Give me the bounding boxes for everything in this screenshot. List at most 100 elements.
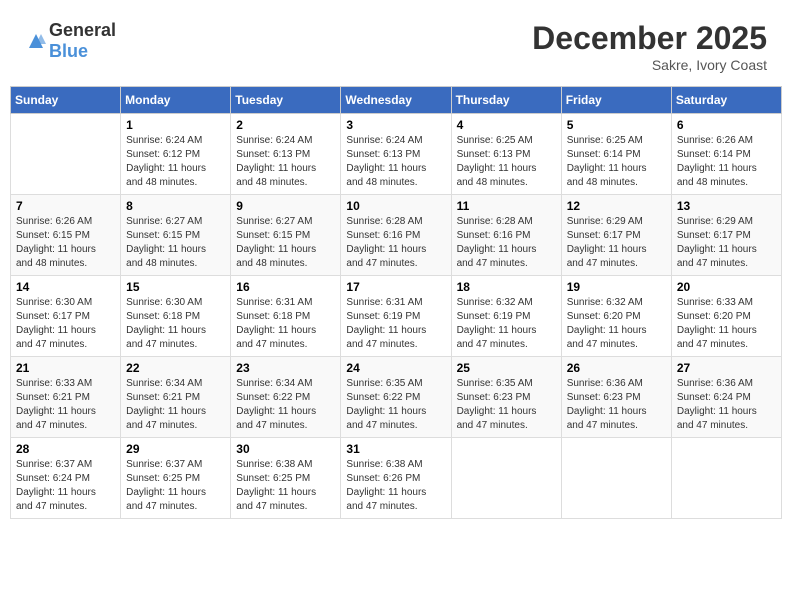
calendar-day-cell: 25 Sunrise: 6:35 AMSunset: 6:23 PMDayligh… [451, 357, 561, 438]
logo: General Blue [25, 20, 116, 62]
month-title: December 2025 [532, 20, 767, 57]
calendar-day-cell: 15 Sunrise: 6:30 AMSunset: 6:18 PMDayligh… [121, 276, 231, 357]
weekday-header: Thursday [451, 87, 561, 114]
day-info: Sunrise: 6:33 AMSunset: 6:20 PMDaylight:… [677, 296, 776, 352]
day-info: Sunrise: 6:32 AMSunset: 6:19 PMDaylight:… [457, 296, 556, 352]
day-info: Sunrise: 6:34 AMSunset: 6:21 PMDaylight:… [126, 377, 225, 433]
logo-text-general: General [49, 20, 116, 40]
calendar-day-cell: 20 Sunrise: 6:33 AMSunset: 6:20 PMDayligh… [671, 276, 781, 357]
weekday-header: Wednesday [341, 87, 451, 114]
calendar-day-cell: 26 Sunrise: 6:36 AMSunset: 6:23 PMDayligh… [561, 357, 671, 438]
day-info: Sunrise: 6:37 AMSunset: 6:24 PMDaylight:… [16, 458, 115, 514]
day-number: 7 [16, 199, 115, 213]
day-number: 30 [236, 442, 335, 456]
day-number: 28 [16, 442, 115, 456]
day-info: Sunrise: 6:26 AMSunset: 6:14 PMDaylight:… [677, 134, 776, 190]
day-info: Sunrise: 6:34 AMSunset: 6:22 PMDaylight:… [236, 377, 335, 433]
day-info: Sunrise: 6:38 AMSunset: 6:26 PMDaylight:… [346, 458, 445, 514]
day-number: 18 [457, 280, 556, 294]
day-number: 24 [346, 361, 445, 375]
calendar-day-cell: 8Sunrise: 6:27 AMSunset: 6:15 PMDaylight… [121, 195, 231, 276]
weekday-header: Sunday [11, 87, 121, 114]
day-info: Sunrise: 6:24 AMSunset: 6:13 PMDaylight:… [346, 134, 445, 190]
weekday-header: Tuesday [231, 87, 341, 114]
calendar-day-cell: 11 Sunrise: 6:28 AMSunset: 6:16 PMDayligh… [451, 195, 561, 276]
day-number: 20 [677, 280, 776, 294]
day-number: 27 [677, 361, 776, 375]
calendar-day-cell: 30Sunrise: 6:38 AMSunset: 6:25 PMDayligh… [231, 438, 341, 519]
day-number: 29 [126, 442, 225, 456]
day-number: 12 [567, 199, 666, 213]
calendar-day-cell: 24Sunrise: 6:35 AMSunset: 6:22 PMDayligh… [341, 357, 451, 438]
calendar-day-cell: 6 Sunrise: 6:26 AMSunset: 6:14 PMDaylight… [671, 114, 781, 195]
day-info: Sunrise: 6:26 AMSunset: 6:15 PMDaylight:… [16, 215, 115, 271]
day-number: 6 [677, 118, 776, 132]
day-info: Sunrise: 6:35 AMSunset: 6:23 PMDaylight:… [457, 377, 556, 433]
day-info: Sunrise: 6:27 AMSunset: 6:15 PMDaylight:… [236, 215, 335, 271]
calendar-week-row: 7 Sunrise: 6:26 AMSunset: 6:15 PMDaylight… [11, 195, 782, 276]
calendar-day-cell: 1 Sunrise: 6:24 AMSunset: 6:12 PMDaylight… [121, 114, 231, 195]
calendar-day-cell: 29Sunrise: 6:37 AMSunset: 6:25 PMDayligh… [121, 438, 231, 519]
day-info: Sunrise: 6:30 AMSunset: 6:18 PMDaylight:… [126, 296, 225, 352]
calendar-day-cell: 4 Sunrise: 6:25 AMSunset: 6:13 PMDaylight… [451, 114, 561, 195]
day-number: 26 [567, 361, 666, 375]
title-block: December 2025 Sakre, Ivory Coast [532, 20, 767, 73]
calendar-day-cell: 17 Sunrise: 6:31 AMSunset: 6:19 PMDayligh… [341, 276, 451, 357]
day-number: 11 [457, 199, 556, 213]
logo-icon [25, 30, 47, 52]
calendar-week-row: 28 Sunrise: 6:37 AMSunset: 6:24 PMDayligh… [11, 438, 782, 519]
calendar-day-cell: 2 Sunrise: 6:24 AMSunset: 6:13 PMDaylight… [231, 114, 341, 195]
day-info: Sunrise: 6:32 AMSunset: 6:20 PMDaylight:… [567, 296, 666, 352]
day-number: 14 [16, 280, 115, 294]
calendar-day-cell: 19 Sunrise: 6:32 AMSunset: 6:20 PMDayligh… [561, 276, 671, 357]
day-info: Sunrise: 6:24 AMSunset: 6:13 PMDaylight:… [236, 134, 335, 190]
calendar-day-cell: 7 Sunrise: 6:26 AMSunset: 6:15 PMDaylight… [11, 195, 121, 276]
day-number: 17 [346, 280, 445, 294]
day-number: 3 [346, 118, 445, 132]
day-info: Sunrise: 6:36 AMSunset: 6:23 PMDaylight:… [567, 377, 666, 433]
day-info: Sunrise: 6:36 AMSunset: 6:24 PMDaylight:… [677, 377, 776, 433]
weekday-header: Saturday [671, 87, 781, 114]
calendar-day-cell: 28 Sunrise: 6:37 AMSunset: 6:24 PMDayligh… [11, 438, 121, 519]
day-number: 23 [236, 361, 335, 375]
calendar-day-cell: 14 Sunrise: 6:30 AMSunset: 6:17 PMDayligh… [11, 276, 121, 357]
weekday-header: Monday [121, 87, 231, 114]
day-number: 4 [457, 118, 556, 132]
calendar-day-cell: 13Sunrise: 6:29 AMSunset: 6:17 PMDayligh… [671, 195, 781, 276]
day-number: 22 [126, 361, 225, 375]
day-info: Sunrise: 6:33 AMSunset: 6:21 PMDaylight:… [16, 377, 115, 433]
calendar-day-cell [11, 114, 121, 195]
day-info: Sunrise: 6:28 AMSunset: 6:16 PMDaylight:… [346, 215, 445, 271]
day-info: Sunrise: 6:25 AMSunset: 6:14 PMDaylight:… [567, 134, 666, 190]
calendar-week-row: 1 Sunrise: 6:24 AMSunset: 6:12 PMDaylight… [11, 114, 782, 195]
day-number: 15 [126, 280, 225, 294]
day-info: Sunrise: 6:29 AMSunset: 6:17 PMDaylight:… [677, 215, 776, 271]
day-info: Sunrise: 6:28 AMSunset: 6:16 PMDaylight:… [457, 215, 556, 271]
calendar-day-cell: 27 Sunrise: 6:36 AMSunset: 6:24 PMDayligh… [671, 357, 781, 438]
day-number: 16 [236, 280, 335, 294]
calendar-day-cell: 10Sunrise: 6:28 AMSunset: 6:16 PMDayligh… [341, 195, 451, 276]
calendar-day-cell [451, 438, 561, 519]
calendar-day-cell [561, 438, 671, 519]
location-title: Sakre, Ivory Coast [532, 57, 767, 73]
day-info: Sunrise: 6:27 AMSunset: 6:15 PMDaylight:… [126, 215, 225, 271]
day-number: 5 [567, 118, 666, 132]
day-number: 9 [236, 199, 335, 213]
day-info: Sunrise: 6:24 AMSunset: 6:12 PMDaylight:… [126, 134, 225, 190]
calendar-day-cell: 16 Sunrise: 6:31 AMSunset: 6:18 PMDayligh… [231, 276, 341, 357]
day-number: 1 [126, 118, 225, 132]
day-number: 2 [236, 118, 335, 132]
calendar-day-cell: 23 Sunrise: 6:34 AMSunset: 6:22 PMDayligh… [231, 357, 341, 438]
day-info: Sunrise: 6:31 AMSunset: 6:19 PMDaylight:… [346, 296, 445, 352]
day-info: Sunrise: 6:31 AMSunset: 6:18 PMDaylight:… [236, 296, 335, 352]
day-info: Sunrise: 6:25 AMSunset: 6:13 PMDaylight:… [457, 134, 556, 190]
day-info: Sunrise: 6:30 AMSunset: 6:17 PMDaylight:… [16, 296, 115, 352]
day-number: 25 [457, 361, 556, 375]
calendar-header-row: SundayMondayTuesdayWednesdayThursdayFrid… [11, 87, 782, 114]
page-header: General Blue December 2025 Sakre, Ivory … [10, 10, 782, 78]
calendar-day-cell: 3 Sunrise: 6:24 AMSunset: 6:13 PMDaylight… [341, 114, 451, 195]
day-number: 21 [16, 361, 115, 375]
calendar-day-cell: 12 Sunrise: 6:29 AMSunset: 6:17 PMDayligh… [561, 195, 671, 276]
day-info: Sunrise: 6:29 AMSunset: 6:17 PMDaylight:… [567, 215, 666, 271]
day-number: 19 [567, 280, 666, 294]
